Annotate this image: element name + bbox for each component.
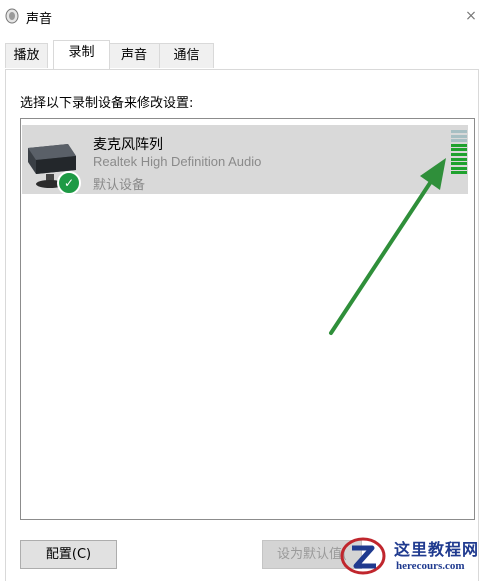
tab-playback[interactable]: 播放 [5,43,48,68]
tab-sounds[interactable]: 声音 [108,43,160,68]
device-status: 默认设备 [93,178,146,193]
input-level-meter [451,130,467,178]
default-device-check-icon: ✓ [57,171,81,195]
title-bar: 声音 × [0,0,486,32]
device-description: Realtek High Definition Audio [93,154,262,169]
level-meter-segment [451,143,467,147]
tab-recording[interactable]: 录制 [53,40,110,69]
device-row-microphone-array[interactable]: ✓ 麦克风阵列 Realtek High Definition Audio 默认… [22,125,468,195]
watermark: 这里教程网 herecours.com [340,530,486,580]
level-meter-segment [451,130,467,133]
level-meter-segment [451,162,467,166]
configure-button[interactable]: 配置(C) [20,540,117,569]
speaker-icon [5,8,19,24]
level-meter-segment [451,153,467,156]
close-button[interactable]: × [456,0,486,32]
instructions-label: 选择以下录制设备来修改设置: [20,96,194,111]
level-meter-segment [451,148,467,152]
watermark-url: herecours.com [396,560,465,572]
level-meter-segment [451,134,467,138]
tab-communications[interactable]: 通信 [159,43,214,68]
window-title: 声音 [26,12,53,27]
level-meter-segment [451,157,467,161]
level-meter-segment [451,166,467,170]
recording-panel: 选择以下录制设备来修改设置: ✓ 麦克风阵列 Realtek High Defi… [5,69,479,581]
watermark-logo-icon [340,537,386,575]
device-name: 麦克风阵列 [93,137,163,153]
watermark-title: 这里教程网 [394,540,480,559]
device-list[interactable]: ✓ 麦克风阵列 Realtek High Definition Audio 默认… [20,118,475,520]
level-meter-segment [451,171,467,175]
level-meter-segment [451,139,467,143]
